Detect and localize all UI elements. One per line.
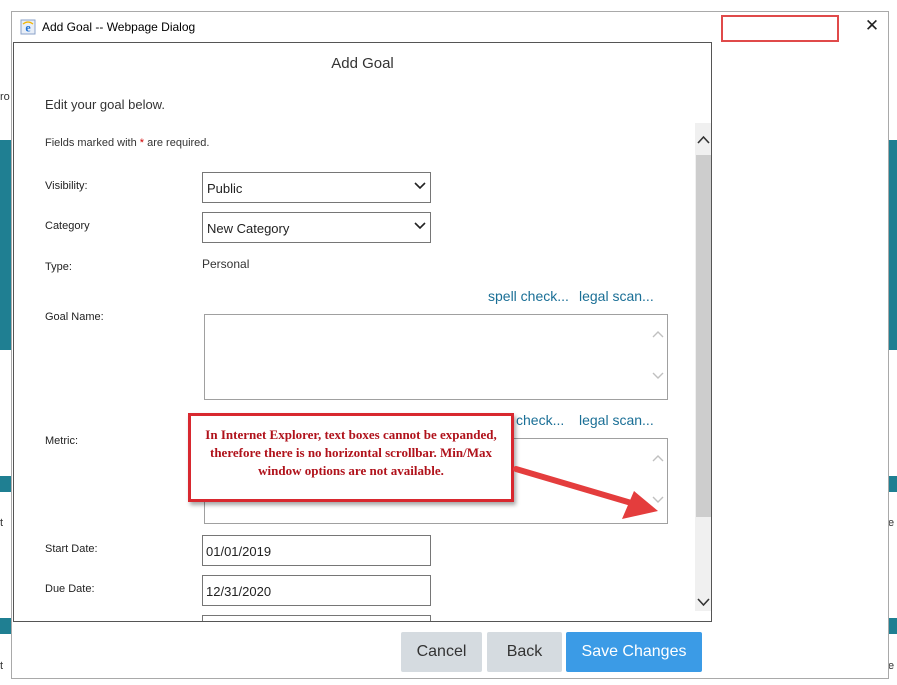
dialog-heading: Add Goal — [331, 55, 394, 72]
required-note-before: Fields marked with — [45, 137, 140, 149]
chevron-down-icon — [652, 372, 664, 379]
vertical-scrollbar[interactable] — [695, 123, 711, 611]
annotation-text: In Internet Explorer, text boxes cannot … — [205, 427, 497, 478]
close-icon[interactable]: ✕ — [863, 17, 881, 35]
visibility-select[interactable]: Public — [202, 172, 431, 203]
internet-explorer-icon: e — [20, 19, 36, 35]
visibility-label: Visibility: — [45, 180, 88, 192]
dialog-content-frame: Add Goal Edit your goal below. Fields ma… — [13, 42, 712, 622]
required-note: Fields marked with * are required. — [45, 137, 209, 149]
scrollbar-thumb[interactable] — [696, 155, 711, 517]
category-label: Category — [45, 220, 90, 232]
chevron-down-icon — [414, 182, 426, 190]
background-text: ro — [0, 91, 10, 103]
save-changes-button[interactable]: Save Changes — [566, 632, 702, 672]
background-text: t — [0, 660, 4, 672]
missing-window-controls-highlight — [721, 15, 839, 42]
annotation-arrow-icon — [513, 466, 658, 519]
category-select[interactable]: New Category — [202, 212, 431, 243]
background-text: t — [0, 517, 4, 529]
goal-name-textarea[interactable] — [204, 314, 668, 400]
legal-scan-link[interactable]: legal scan... — [579, 412, 654, 428]
visibility-value: Public — [207, 181, 243, 196]
window-title: Add Goal -- Webpage Dialog — [42, 20, 196, 34]
next-field-input[interactable] — [202, 615, 431, 621]
type-value: Personal — [202, 257, 250, 271]
annotation-callout: In Internet Explorer, text boxes cannot … — [188, 413, 514, 502]
category-value: New Category — [207, 221, 290, 236]
required-note-after: are required. — [144, 137, 210, 149]
type-label: Type: — [45, 261, 72, 273]
scroll-up-icon[interactable] — [696, 133, 711, 148]
chevron-up-icon — [652, 331, 664, 338]
goal-name-label: Goal Name: — [45, 311, 104, 323]
scroll-down-icon[interactable] — [696, 594, 711, 609]
spell-check-link[interactable]: check... — [516, 412, 564, 428]
chevron-down-icon — [414, 222, 426, 230]
due-date-value: 12/31/2020 — [206, 584, 272, 599]
intro-text: Edit your goal below. — [45, 97, 165, 112]
start-date-input[interactable]: 01/01/2019 — [202, 535, 431, 566]
cancel-button[interactable]: Cancel — [401, 632, 482, 672]
metric-label: Metric: — [45, 435, 78, 447]
back-button[interactable]: Back — [487, 632, 562, 672]
start-date-value: 01/01/2019 — [206, 544, 272, 559]
spell-check-link[interactable]: spell check... — [488, 288, 569, 304]
due-date-input[interactable]: 12/31/2020 — [202, 575, 431, 606]
legal-scan-link[interactable]: legal scan... — [579, 288, 654, 304]
title-bar[interactable]: e Add Goal -- Webpage Dialog ✕ — [12, 12, 888, 42]
due-date-label: Due Date: — [45, 583, 95, 595]
start-date-label: Start Date: — [45, 543, 98, 555]
